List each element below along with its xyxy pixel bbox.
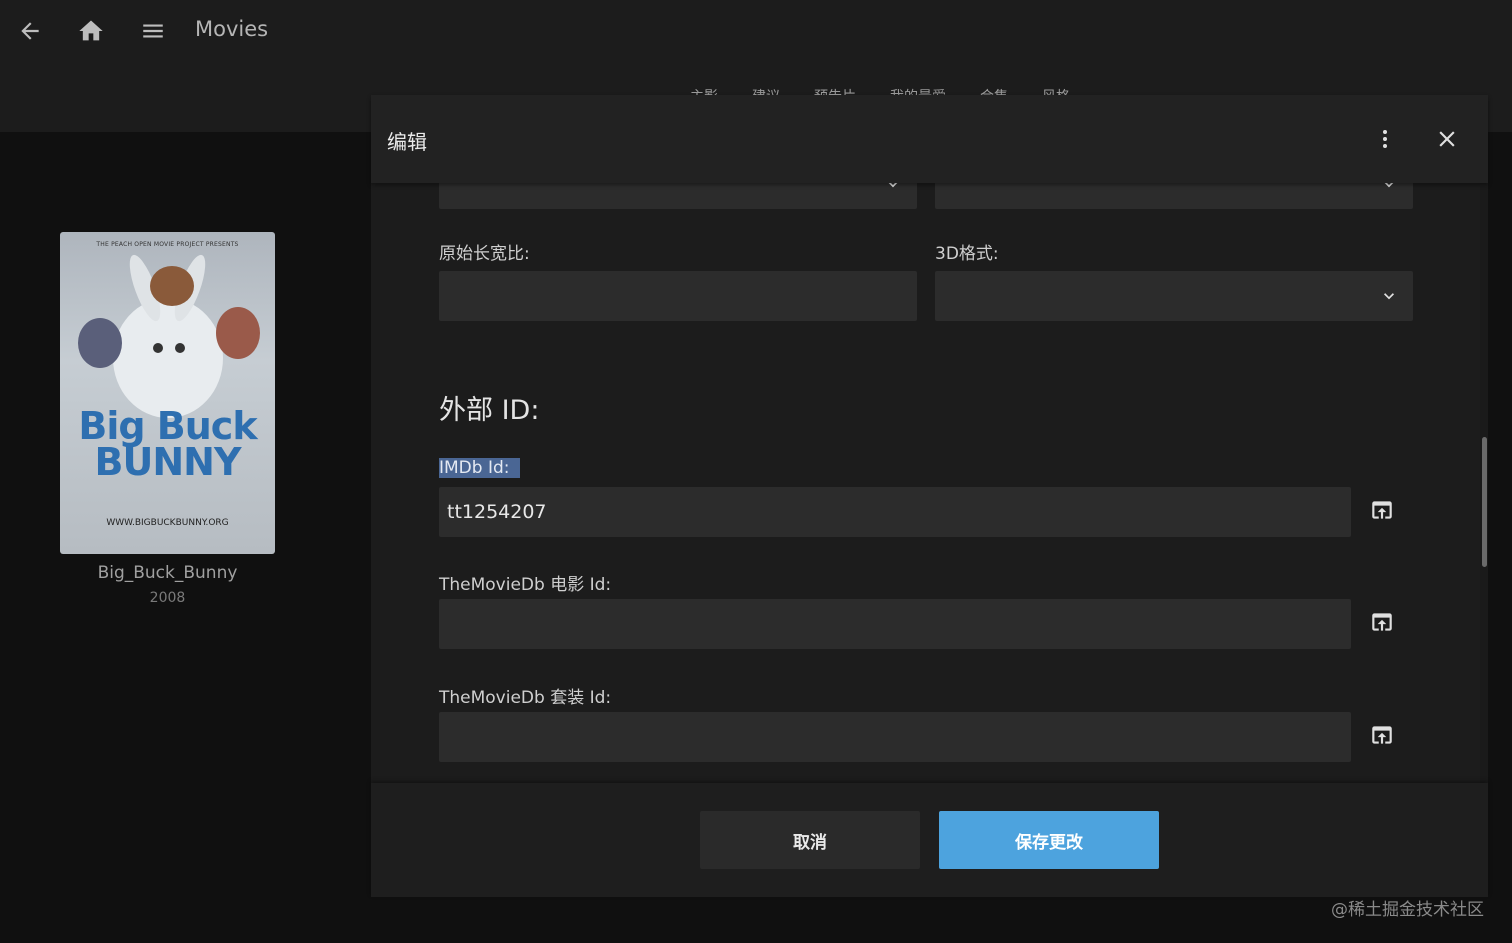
aspect-ratio-field[interactable] <box>439 271 917 321</box>
external-ids-heading: 外部 ID: <box>439 395 540 426</box>
dialog-footer: 取消 保存更改 <box>371 783 1488 897</box>
poster-artwork <box>78 254 260 418</box>
aspect-ratio-label: 原始长宽比: <box>439 244 530 264</box>
open-in-new-icon <box>1372 501 1392 519</box>
chevron-down-icon <box>1384 183 1394 188</box>
open-tmdb-collection-button[interactable] <box>1362 715 1402 755</box>
imdb-label: IMDb Id: <box>439 458 520 478</box>
menu-icon <box>143 24 163 38</box>
scrollbar-thumb[interactable] <box>1482 437 1487 567</box>
tmdb-collection-input[interactable] <box>439 712 1351 762</box>
cancel-button[interactable]: 取消 <box>700 811 920 869</box>
open-in-new-icon <box>1372 613 1392 631</box>
chevron-down-icon <box>1384 293 1394 300</box>
imdb-input[interactable] <box>439 487 1351 537</box>
close-icon <box>1439 131 1455 147</box>
movie-name[interactable]: Big_Buck_Bunny <box>60 563 275 583</box>
open-tmdb-movie-button[interactable] <box>1362 602 1402 642</box>
select-above-right[interactable] <box>935 183 1413 209</box>
dialog-body: 原始长宽比: 3D格式: 外部 ID: IMDb Id: TheMovieDb … <box>371 183 1488 783</box>
back-arrow-icon <box>21 22 39 40</box>
tmdb-collection-field[interactable] <box>439 712 1351 762</box>
edit-dialog: 编辑 原始长宽比: 3D格式: 外部 ID: IMDb Id: tt125420… <box>371 95 1488 897</box>
close-button[interactable] <box>1427 119 1467 159</box>
open-imdb-button[interactable] <box>1362 490 1402 530</box>
chevron-down-icon <box>888 183 898 188</box>
home-icon <box>79 20 103 41</box>
tmdb-collection-label: TheMovieDb 套装 Id: <box>439 688 612 708</box>
tmdb-movie-label: TheMovieDb 电影 Id: <box>439 575 612 595</box>
format3d-select[interactable] <box>935 271 1413 321</box>
dialog-header: 编辑 <box>371 95 1488 183</box>
poster-tagline: THE PEACH OPEN MOVIE PROJECT PRESENTS <box>96 241 239 248</box>
select-above-left[interactable] <box>439 183 917 209</box>
poster-url: WWW.BIGBUCKBUNNY.ORG <box>106 518 229 528</box>
movie-year: 2008 <box>149 590 186 606</box>
dialog-title: 编辑 <box>387 130 427 154</box>
save-button[interactable]: 保存更改 <box>939 811 1159 869</box>
tmdb-movie-input[interactable] <box>439 599 1351 649</box>
menu-button[interactable] <box>136 14 170 48</box>
app-title: Movies <box>195 17 269 41</box>
back-button[interactable] <box>13 14 47 48</box>
more-options-button[interactable] <box>1365 119 1405 159</box>
home-button[interactable] <box>74 14 108 48</box>
format3d-label: 3D格式: <box>935 244 999 264</box>
dialog-scrollbar[interactable] <box>1480 183 1488 783</box>
more-vert-icon <box>1383 130 1387 148</box>
aspect-ratio-input[interactable] <box>439 271 917 321</box>
watermark: @稀土掘金技术社区 <box>1331 900 1484 920</box>
tmdb-movie-field[interactable] <box>439 599 1351 649</box>
movie-poster[interactable]: THE PEACH OPEN MOVIE PROJECT PRESENTS Bi… <box>60 232 275 554</box>
imdb-field[interactable] <box>439 487 1351 537</box>
open-in-new-icon <box>1372 726 1392 744</box>
poster-title: Big Buck BUNNY <box>78 404 257 484</box>
